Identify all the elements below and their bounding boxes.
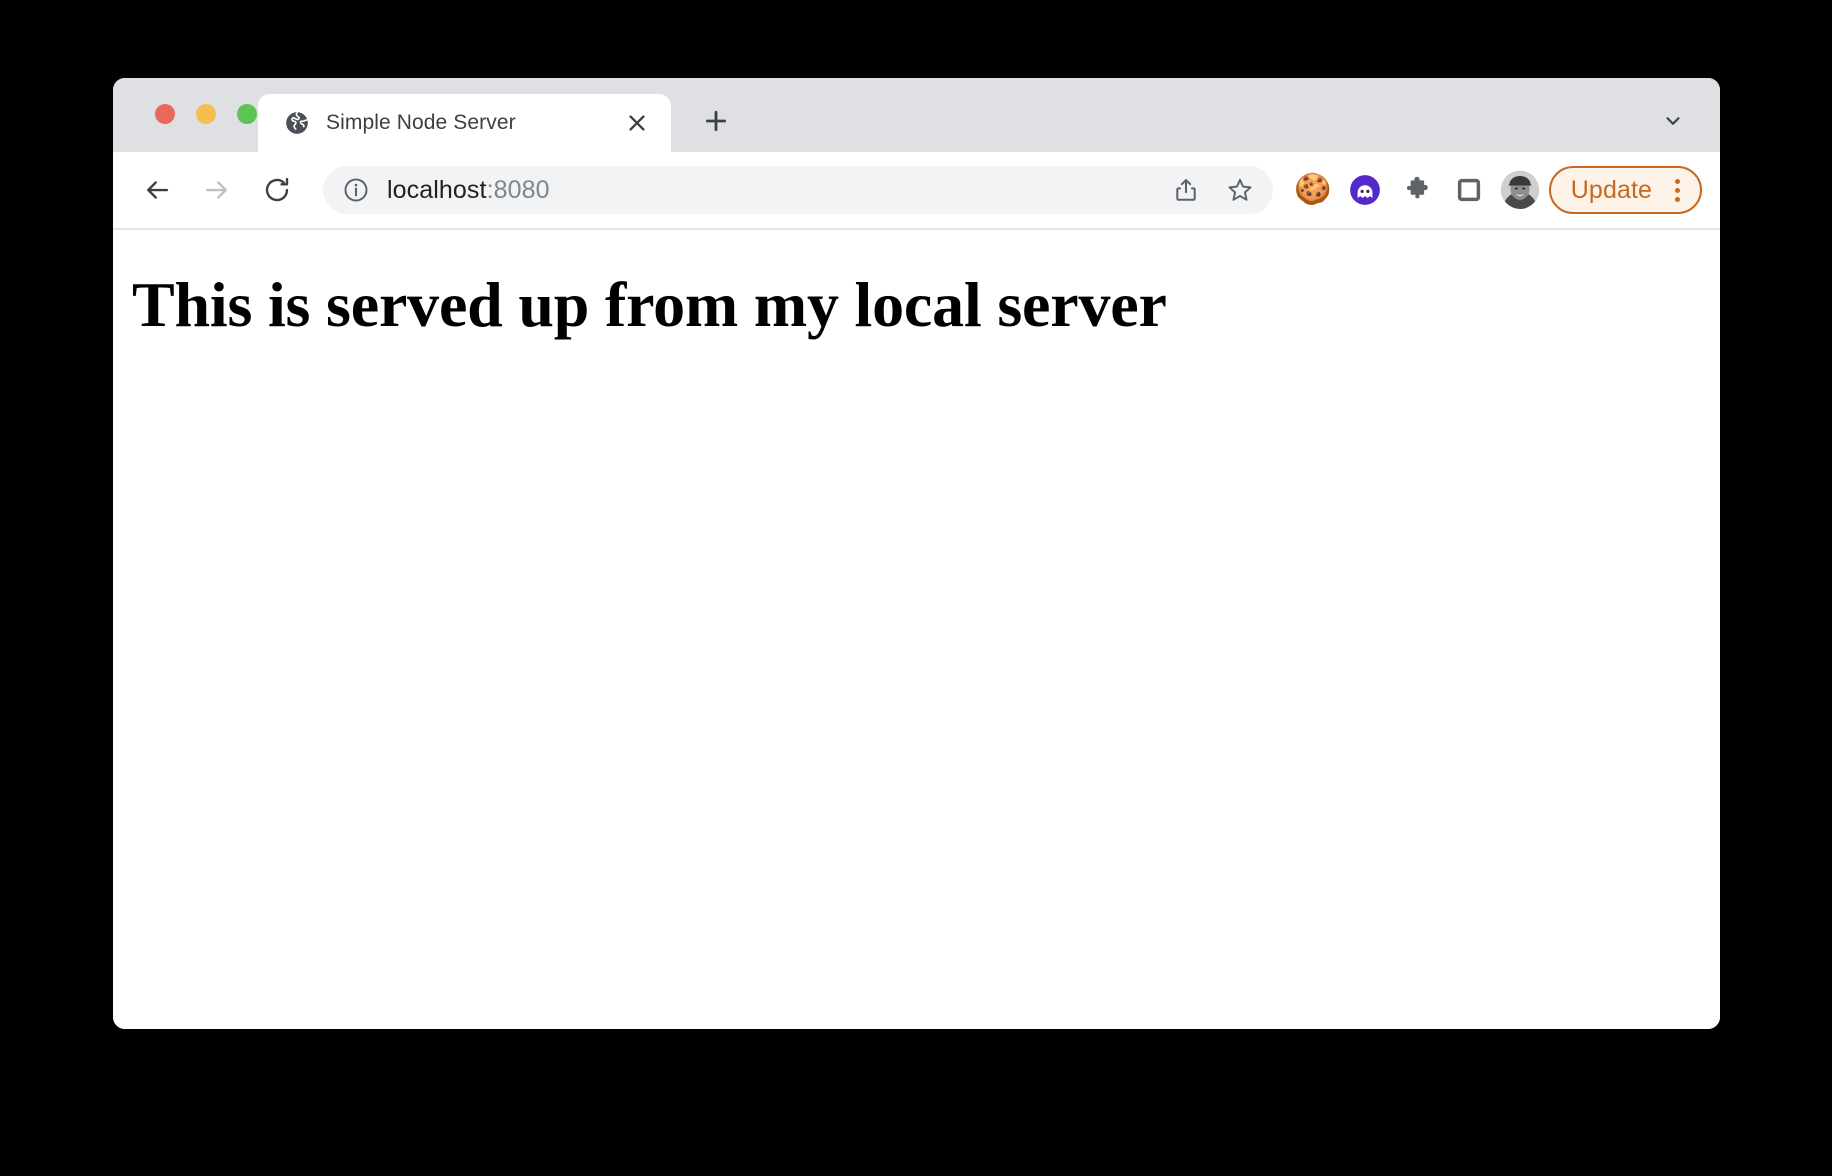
browser-window: Simple Node Server localhost:8080 🍪 Upda… — [113, 78, 1720, 1029]
ghost-extension-icon[interactable] — [1341, 166, 1389, 214]
url-port: :8080 — [486, 175, 550, 204]
browser-toolbar: localhost:8080 🍪 Update — [113, 152, 1720, 230]
share-icon[interactable] — [1163, 167, 1209, 213]
url-host: localhost — [387, 175, 487, 204]
page-heading: This is served up from my local server — [132, 269, 1167, 340]
tab-strip: Simple Node Server — [113, 78, 1720, 152]
tab-close-button[interactable] — [617, 103, 657, 143]
window-minimize-button[interactable] — [196, 104, 216, 124]
window-maximize-button[interactable] — [237, 104, 257, 124]
new-tab-button[interactable] — [693, 98, 739, 144]
address-bar-url: localhost:8080 — [387, 176, 1163, 205]
tab-search-chevron-down-icon[interactable] — [1652, 100, 1694, 142]
update-button-label: Update — [1570, 175, 1652, 204]
extensions-puzzle-icon[interactable] — [1393, 166, 1441, 214]
three-dots-vertical-icon[interactable] — [1662, 170, 1692, 210]
info-circle-icon[interactable] — [341, 175, 371, 205]
star-icon[interactable] — [1217, 167, 1263, 213]
forward-button[interactable] — [193, 166, 241, 214]
back-button[interactable] — [133, 166, 181, 214]
address-bar-actions — [1163, 167, 1263, 213]
page-content: This is served up from my local server — [113, 230, 1720, 1029]
browser-tab-active[interactable]: Simple Node Server — [258, 94, 671, 152]
window-traffic-lights — [155, 104, 257, 124]
side-panel-icon[interactable] — [1445, 166, 1493, 214]
reload-button[interactable] — [253, 166, 301, 214]
update-button[interactable]: Update — [1548, 166, 1702, 214]
profile-avatar[interactable] — [1500, 171, 1539, 209]
globe-icon — [284, 110, 310, 136]
extensions-row: 🍪 — [1289, 166, 1493, 214]
cookie-extension-icon[interactable]: 🍪 — [1289, 166, 1337, 214]
window-close-button[interactable] — [155, 104, 175, 124]
address-bar[interactable]: localhost:8080 — [323, 166, 1273, 214]
tab-title: Simple Node Server — [326, 111, 516, 134]
